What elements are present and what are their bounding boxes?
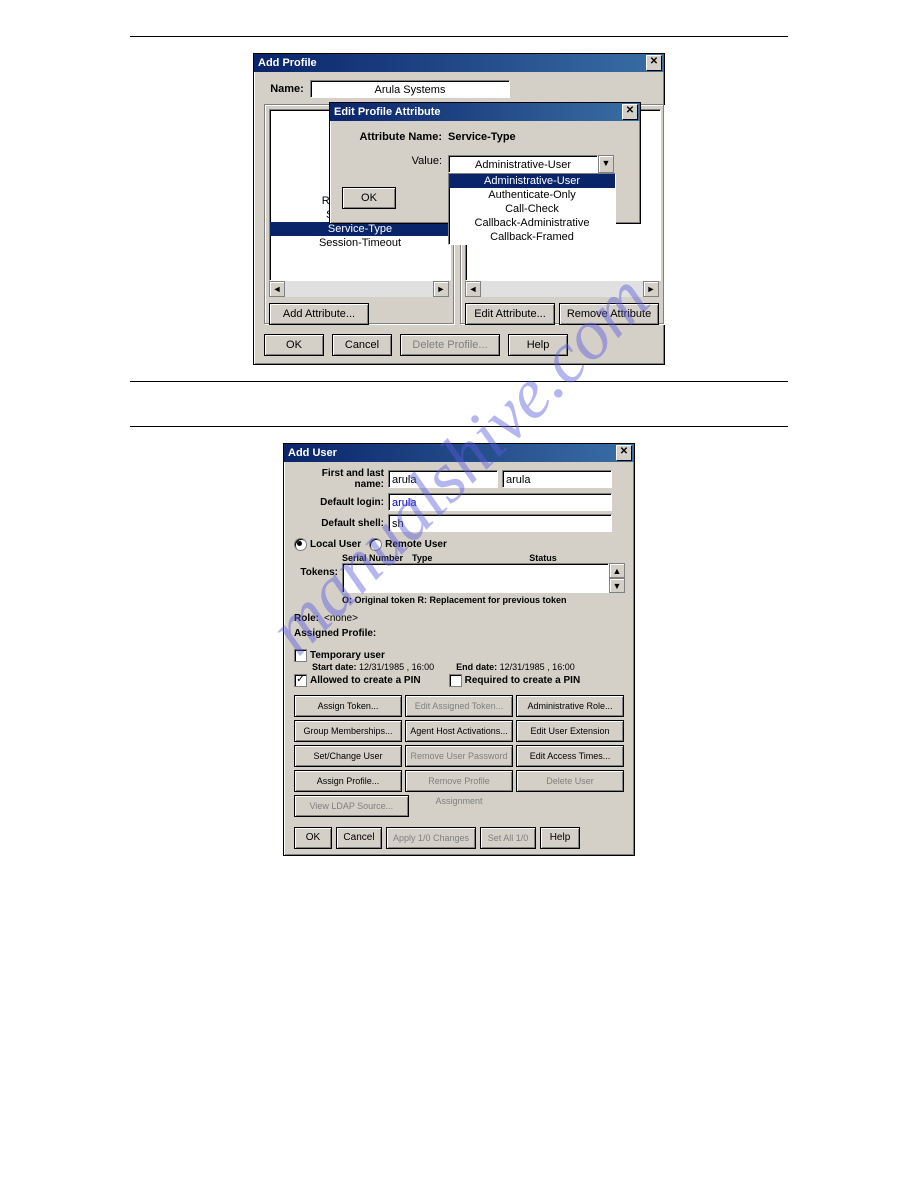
assigned-profile-label: Assigned Profile: bbox=[294, 628, 624, 639]
role-label: Role: bbox=[294, 613, 324, 624]
edit-ext-button[interactable]: Edit User Extension Data... bbox=[516, 720, 624, 742]
scroll-down-icon[interactable]: ▼ bbox=[609, 578, 625, 593]
close-icon[interactable]: ✕ bbox=[616, 445, 632, 461]
apply-button[interactable]: Apply 1/0 Changes bbox=[386, 827, 476, 849]
scroll-right-icon[interactable]: ► bbox=[433, 281, 449, 297]
section-divider bbox=[130, 36, 788, 37]
name-input[interactable]: Arula Systems bbox=[310, 80, 510, 98]
dialog-title: Add User bbox=[288, 444, 337, 462]
section-divider bbox=[130, 381, 788, 382]
required-pin-label: Required to create a PIN bbox=[465, 675, 581, 686]
dialog-title: Add Profile bbox=[258, 54, 317, 72]
tokens-col-status: Status bbox=[462, 553, 624, 563]
dropdown-option[interactable]: Callback-Framed bbox=[449, 230, 615, 244]
remote-user-radio[interactable] bbox=[369, 538, 382, 551]
local-user-label: Local User bbox=[310, 539, 361, 550]
add-profile-dialog: Add Profile ✕ Name: Arula Systems Login-… bbox=[253, 53, 665, 365]
edit-attribute-button[interactable]: Edit Attribute... bbox=[465, 303, 555, 325]
close-icon[interactable]: ✕ bbox=[646, 55, 662, 71]
name-label: Name: bbox=[264, 83, 310, 95]
last-name-input[interactable]: arula bbox=[502, 470, 612, 488]
role-value: <none> bbox=[324, 613, 358, 624]
dropdown-option[interactable]: Authenticate-Only bbox=[449, 188, 615, 202]
cancel-button[interactable]: Cancel bbox=[336, 827, 382, 849]
dropdown-option[interactable]: Administrative-User bbox=[449, 174, 615, 188]
tokens-listbox[interactable] bbox=[342, 563, 609, 593]
add-attribute-button[interactable]: Add Attribute... bbox=[269, 303, 369, 325]
dropdown-option[interactable]: Callback-Administrative bbox=[449, 216, 615, 230]
ok-button[interactable]: OK bbox=[294, 827, 332, 849]
attr-name-label: Attribute Name: bbox=[342, 131, 448, 143]
scroll-left-icon[interactable]: ◄ bbox=[269, 281, 285, 297]
allowed-pin-label: Allowed to create a PIN bbox=[310, 675, 421, 686]
admin-role-button[interactable]: Administrative Role... bbox=[516, 695, 624, 717]
default-login-label: Default login: bbox=[294, 497, 388, 508]
end-date-text: End date: 12/31/1985 , 16:00 bbox=[456, 662, 575, 672]
list-item-selected[interactable]: Service-Type bbox=[270, 222, 450, 236]
remote-user-label: Remote User bbox=[385, 539, 447, 550]
first-last-label: First and last name: bbox=[294, 468, 388, 490]
section-divider bbox=[130, 426, 788, 427]
help-button[interactable]: Help bbox=[540, 827, 580, 849]
inner-ok-button[interactable]: OK bbox=[342, 187, 396, 209]
add-user-dialog: Add User ✕ First and last name: arula ar… bbox=[283, 443, 635, 856]
local-user-radio[interactable] bbox=[294, 538, 307, 551]
scroll-track[interactable] bbox=[285, 281, 433, 297]
first-name-input[interactable]: arula bbox=[388, 470, 498, 488]
assign-token-button[interactable]: Assign Token... bbox=[294, 695, 402, 717]
tokens-label: Tokens: bbox=[294, 553, 342, 578]
group-memberships-button[interactable]: Group Memberships... bbox=[294, 720, 402, 742]
temporary-user-label: Temporary user bbox=[310, 650, 385, 661]
remove-password-button[interactable]: Remove User Password bbox=[405, 745, 513, 767]
close-icon[interactable]: ✕ bbox=[622, 104, 638, 120]
list-item[interactable]: Session-Timeout bbox=[270, 236, 450, 250]
scroll-left-icon[interactable]: ◄ bbox=[465, 281, 481, 297]
agent-host-button[interactable]: Agent Host Activations... bbox=[405, 720, 513, 742]
edit-token-button[interactable]: Edit Assigned Token... bbox=[405, 695, 513, 717]
scroll-up-icon[interactable]: ▲ bbox=[609, 563, 625, 578]
attr-name-value: Service-Type bbox=[448, 131, 516, 143]
edit-access-times-button[interactable]: Edit Access Times... bbox=[516, 745, 624, 767]
start-date-text: Start date: 12/31/1985 , 16:00 bbox=[312, 662, 434, 672]
default-shell-label: Default shell: bbox=[294, 518, 388, 529]
cancel-button[interactable]: Cancel bbox=[332, 334, 392, 356]
scroll-track[interactable] bbox=[481, 281, 643, 297]
view-ldap-button[interactable]: View LDAP Source... bbox=[294, 795, 409, 817]
required-pin-checkbox[interactable] bbox=[449, 674, 462, 687]
scroll-right-icon[interactable]: ► bbox=[643, 281, 659, 297]
tokens-note: O: Original token R: Replacement for pre… bbox=[342, 595, 624, 605]
edit-profile-attribute-dialog: Edit Profile Attribute ✕ Attribute Name:… bbox=[329, 102, 641, 224]
tokens-col-type: Type bbox=[412, 553, 462, 563]
allowed-pin-checkbox[interactable] bbox=[294, 674, 307, 687]
dropdown-option[interactable]: Call-Check bbox=[449, 202, 615, 216]
default-login-input[interactable]: arula bbox=[388, 493, 612, 511]
value-label: Value: bbox=[342, 155, 448, 167]
default-shell-input[interactable]: sh bbox=[388, 514, 612, 532]
remove-profile-button[interactable]: Remove Profile Assignment bbox=[405, 770, 513, 792]
value-dropdown-list: Administrative-User Authenticate-Only Ca… bbox=[448, 173, 616, 245]
ok-button[interactable]: OK bbox=[264, 334, 324, 356]
set-all-button[interactable]: Set All 1/0 bbox=[480, 827, 536, 849]
value-combobox[interactable]: Administrative-User bbox=[448, 155, 598, 173]
inner-dialog-title: Edit Profile Attribute bbox=[334, 103, 441, 121]
chevron-down-icon[interactable]: ▼ bbox=[598, 155, 614, 173]
delete-user-button[interactable]: Delete User bbox=[516, 770, 624, 792]
temporary-user-checkbox[interactable] bbox=[294, 649, 307, 662]
tokens-col-serial: Serial Number bbox=[342, 553, 412, 563]
delete-profile-button[interactable]: Delete Profile... bbox=[400, 334, 500, 356]
assign-profile-button[interactable]: Assign Profile... bbox=[294, 770, 402, 792]
remove-attribute-button[interactable]: Remove Attribute bbox=[559, 303, 659, 325]
help-button[interactable]: Help bbox=[508, 334, 568, 356]
set-password-button[interactable]: Set/Change User Password... bbox=[294, 745, 402, 767]
